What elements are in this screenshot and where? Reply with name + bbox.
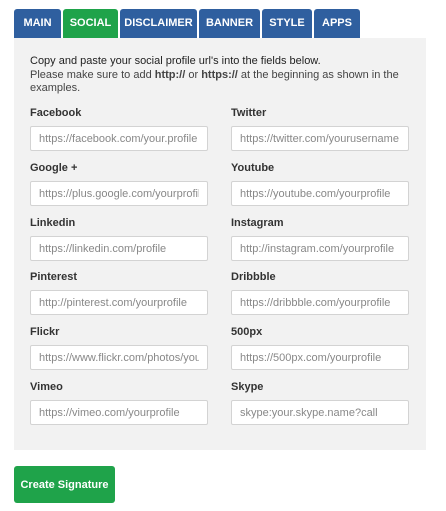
youtube-label: Youtube (231, 162, 275, 174)
500px-label: 500px (231, 326, 263, 338)
youtube-input[interactable] (231, 181, 409, 206)
tab-disclaimer[interactable]: DISCLAIMER (120, 9, 197, 38)
pinterest-label: Pinterest (30, 271, 78, 283)
dribbble-input[interactable] (231, 290, 409, 315)
google-input[interactable] (30, 181, 208, 206)
flickr-input[interactable] (30, 345, 208, 370)
social-panel: Copy and paste your social profile url's… (14, 38, 426, 450)
vimeo-label: Vimeo (30, 381, 63, 393)
tab-banner[interactable]: BANNER (199, 9, 260, 38)
facebook-field-group: Facebook (30, 107, 208, 151)
instructions-text-end: at the beginning as shown in the (237, 68, 399, 81)
instructions: Copy and paste your social profile url's… (30, 55, 415, 96)
facebook-input[interactable] (30, 126, 208, 151)
tab-main[interactable]: MAIN (14, 9, 61, 38)
flickr-label: Flickr (30, 326, 60, 338)
instructions-line-1: Copy and paste your social profile url's… (30, 55, 321, 67)
tab-style[interactable]: STYLE (262, 9, 312, 38)
google-label: Google + (30, 162, 78, 174)
tab-bar: MAIN SOCIAL DISCLAIMER BANNER STYLE APPS (14, 9, 360, 38)
create-signature-button[interactable]: Create Signature (14, 466, 115, 503)
skype-input[interactable] (231, 400, 409, 425)
500px-field-group: 500px (231, 326, 409, 370)
instagram-label: Instagram (231, 217, 284, 229)
flickr-field-group: Flickr (30, 326, 208, 370)
twitter-input[interactable] (231, 126, 409, 151)
linkedin-label: Linkedin (30, 217, 76, 229)
dribbble-field-group: Dribbble (231, 271, 409, 315)
https-prefix: https:// (201, 68, 238, 81)
instructions-or: or (185, 68, 202, 81)
pinterest-input[interactable] (30, 290, 208, 315)
500px-input[interactable] (231, 345, 409, 370)
facebook-label: Facebook (30, 107, 82, 119)
instructions-line-3: examples. (30, 82, 81, 94)
skype-label: Skype (231, 381, 264, 393)
skype-field-group: Skype (231, 381, 409, 425)
instructions-text: Please make sure to add (30, 68, 155, 81)
twitter-field-group: Twitter (231, 107, 409, 151)
tab-social[interactable]: SOCIAL (63, 9, 118, 38)
instagram-field-group: Instagram (231, 217, 409, 261)
vimeo-field-group: Vimeo (30, 381, 208, 425)
instagram-input[interactable] (231, 236, 409, 261)
vimeo-input[interactable] (30, 400, 208, 425)
linkedin-input[interactable] (30, 236, 208, 261)
linkedin-field-group: Linkedin (30, 217, 208, 261)
dribbble-label: Dribbble (231, 271, 276, 283)
instructions-line-2: Please make sure to add http:// or https… (30, 69, 415, 83)
tab-apps[interactable]: APPS (314, 9, 360, 38)
youtube-field-group: Youtube (231, 162, 409, 206)
twitter-label: Twitter (231, 107, 267, 119)
pinterest-field-group: Pinterest (30, 271, 208, 315)
google-field-group: Google + (30, 162, 208, 206)
http-prefix: http:// (154, 68, 186, 81)
